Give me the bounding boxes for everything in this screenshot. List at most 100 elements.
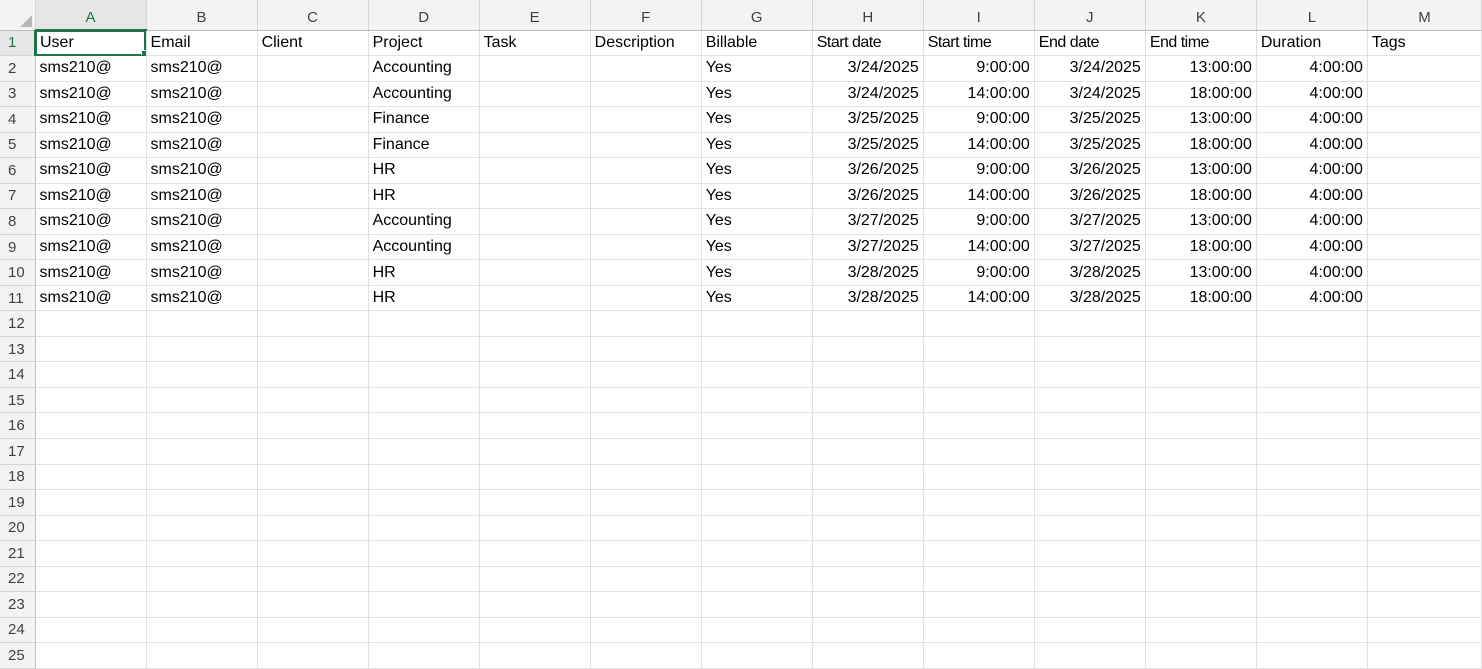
empty-cell[interactable]	[1034, 617, 1146, 644]
cell-c6[interactable]	[257, 157, 369, 184]
empty-cell[interactable]	[1034, 540, 1146, 567]
empty-cell[interactable]	[812, 412, 924, 439]
empty-cell[interactable]	[701, 310, 813, 337]
row-header-4[interactable]: 4	[0, 106, 36, 133]
column-header-k[interactable]: K	[1145, 0, 1257, 31]
cell-h7[interactable]: 3/26/2025	[812, 183, 924, 210]
cell-h9[interactable]: 3/27/2025	[812, 234, 924, 261]
empty-cell[interactable]	[368, 617, 480, 644]
cell-a6[interactable]: sms210@	[35, 157, 147, 184]
empty-cell[interactable]	[1256, 617, 1368, 644]
cell-a8[interactable]: sms210@	[35, 208, 147, 235]
row-header-22[interactable]: 22	[0, 566, 36, 593]
cell-i11[interactable]: 14:00:00	[923, 285, 1035, 312]
cell-f1[interactable]: Description	[590, 30, 702, 57]
row-header-11[interactable]: 11	[0, 285, 36, 312]
row-header-9[interactable]: 9	[0, 234, 36, 261]
empty-cell[interactable]	[146, 336, 258, 363]
cell-e2[interactable]	[479, 55, 591, 82]
cell-m7[interactable]	[1367, 183, 1482, 210]
cell-i2[interactable]: 9:00:00	[923, 55, 1035, 82]
empty-cell[interactable]	[1256, 540, 1368, 567]
cell-c3[interactable]	[257, 81, 369, 108]
cell-k7[interactable]: 18:00:00	[1145, 183, 1257, 210]
empty-cell[interactable]	[35, 464, 147, 491]
row-header-12[interactable]: 12	[0, 310, 36, 337]
empty-cell[interactable]	[1367, 566, 1482, 593]
empty-cell[interactable]	[1256, 489, 1368, 516]
cell-g9[interactable]: Yes	[701, 234, 813, 261]
cell-i8[interactable]: 9:00:00	[923, 208, 1035, 235]
cell-g2[interactable]: Yes	[701, 55, 813, 82]
empty-cell[interactable]	[146, 412, 258, 439]
empty-cell[interactable]	[1145, 489, 1257, 516]
cell-j5[interactable]: 3/25/2025	[1034, 132, 1146, 159]
cell-k8[interactable]: 13:00:00	[1145, 208, 1257, 235]
cell-m8[interactable]	[1367, 208, 1482, 235]
empty-cell[interactable]	[146, 361, 258, 388]
empty-cell[interactable]	[368, 540, 480, 567]
empty-cell[interactable]	[701, 515, 813, 542]
empty-cell[interactable]	[35, 591, 147, 618]
empty-cell[interactable]	[1034, 412, 1146, 439]
empty-cell[interactable]	[923, 336, 1035, 363]
empty-cell[interactable]	[257, 540, 369, 567]
empty-cell[interactable]	[35, 412, 147, 439]
empty-cell[interactable]	[368, 336, 480, 363]
empty-cell[interactable]	[812, 464, 924, 491]
empty-cell[interactable]	[1256, 464, 1368, 491]
empty-cell[interactable]	[701, 336, 813, 363]
cell-b1[interactable]: Email	[146, 30, 258, 57]
empty-cell[interactable]	[35, 438, 147, 465]
empty-cell[interactable]	[590, 515, 702, 542]
empty-cell[interactable]	[479, 310, 591, 337]
empty-cell[interactable]	[479, 412, 591, 439]
cell-k5[interactable]: 18:00:00	[1145, 132, 1257, 159]
empty-cell[interactable]	[1145, 387, 1257, 414]
cell-b6[interactable]: sms210@	[146, 157, 258, 184]
empty-cell[interactable]	[590, 310, 702, 337]
empty-cell[interactable]	[923, 438, 1035, 465]
empty-cell[interactable]	[1034, 336, 1146, 363]
cell-a4[interactable]: sms210@	[35, 106, 147, 133]
empty-cell[interactable]	[701, 438, 813, 465]
cell-c10[interactable]	[257, 259, 369, 286]
empty-cell[interactable]	[812, 642, 924, 669]
cell-l11[interactable]: 4:00:00	[1256, 285, 1368, 312]
cell-k1[interactable]: End time	[1145, 30, 1257, 57]
empty-cell[interactable]	[35, 642, 147, 669]
cell-l4[interactable]: 4:00:00	[1256, 106, 1368, 133]
empty-cell[interactable]	[1034, 387, 1146, 414]
column-header-f[interactable]: F	[590, 0, 702, 31]
cell-a1[interactable]: User	[35, 30, 147, 57]
cell-f3[interactable]	[590, 81, 702, 108]
select-all-corner[interactable]	[0, 0, 36, 31]
empty-cell[interactable]	[35, 361, 147, 388]
cell-j8[interactable]: 3/27/2025	[1034, 208, 1146, 235]
empty-cell[interactable]	[146, 310, 258, 337]
cell-l1[interactable]: Duration	[1256, 30, 1368, 57]
empty-cell[interactable]	[701, 412, 813, 439]
empty-cell[interactable]	[257, 566, 369, 593]
empty-cell[interactable]	[923, 540, 1035, 567]
empty-cell[interactable]	[257, 489, 369, 516]
empty-cell[interactable]	[701, 566, 813, 593]
spreadsheet-grid[interactable]: A B C D E F G H I J K L M 1 User Email C…	[0, 0, 1482, 669]
empty-cell[interactable]	[1034, 489, 1146, 516]
cell-h1[interactable]: Start date	[812, 30, 924, 57]
empty-cell[interactable]	[35, 515, 147, 542]
cell-e10[interactable]	[479, 259, 591, 286]
empty-cell[interactable]	[701, 361, 813, 388]
empty-cell[interactable]	[479, 642, 591, 669]
empty-cell[interactable]	[257, 642, 369, 669]
empty-cell[interactable]	[812, 540, 924, 567]
row-header-10[interactable]: 10	[0, 259, 36, 286]
column-header-m[interactable]: M	[1367, 0, 1482, 31]
cell-b3[interactable]: sms210@	[146, 81, 258, 108]
cell-b7[interactable]: sms210@	[146, 183, 258, 210]
cell-e5[interactable]	[479, 132, 591, 159]
empty-cell[interactable]	[1256, 591, 1368, 618]
cell-d7[interactable]: HR	[368, 183, 480, 210]
cell-l9[interactable]: 4:00:00	[1256, 234, 1368, 261]
empty-cell[interactable]	[701, 642, 813, 669]
